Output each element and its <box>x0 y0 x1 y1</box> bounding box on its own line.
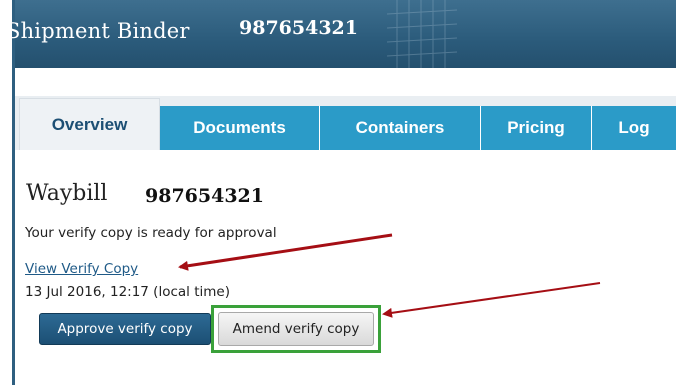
tab-overview[interactable]: Overview <box>19 98 160 150</box>
tab-containers[interactable]: Containers <box>320 106 481 150</box>
timestamp: 13 Jul 2016, 12:17 (local time) <box>25 284 230 300</box>
header-pattern-icon <box>387 0 457 68</box>
approve-verify-copy-button[interactable]: Approve verify copy <box>39 313 211 345</box>
tab-documents[interactable]: Documents <box>160 106 320 150</box>
tab-pricing[interactable]: Pricing <box>481 106 592 150</box>
page-title: Waybill <box>26 181 108 206</box>
status-message: Your verify copy is ready for approval <box>25 225 277 241</box>
app-title: Shipment Binder <box>6 19 190 43</box>
tab-divider <box>15 150 676 152</box>
tab-log[interactable]: Log <box>592 106 676 150</box>
header-spacer <box>15 68 676 96</box>
view-verify-copy-link[interactable]: View Verify Copy <box>25 261 138 277</box>
amend-verify-copy-button[interactable]: Amend verify copy <box>218 312 374 346</box>
tab-bar: Overview Documents Containers Pricing Lo… <box>15 96 676 150</box>
waybill-number: 987654321 <box>145 185 264 207</box>
shipment-number: 987654321 <box>239 17 358 39</box>
